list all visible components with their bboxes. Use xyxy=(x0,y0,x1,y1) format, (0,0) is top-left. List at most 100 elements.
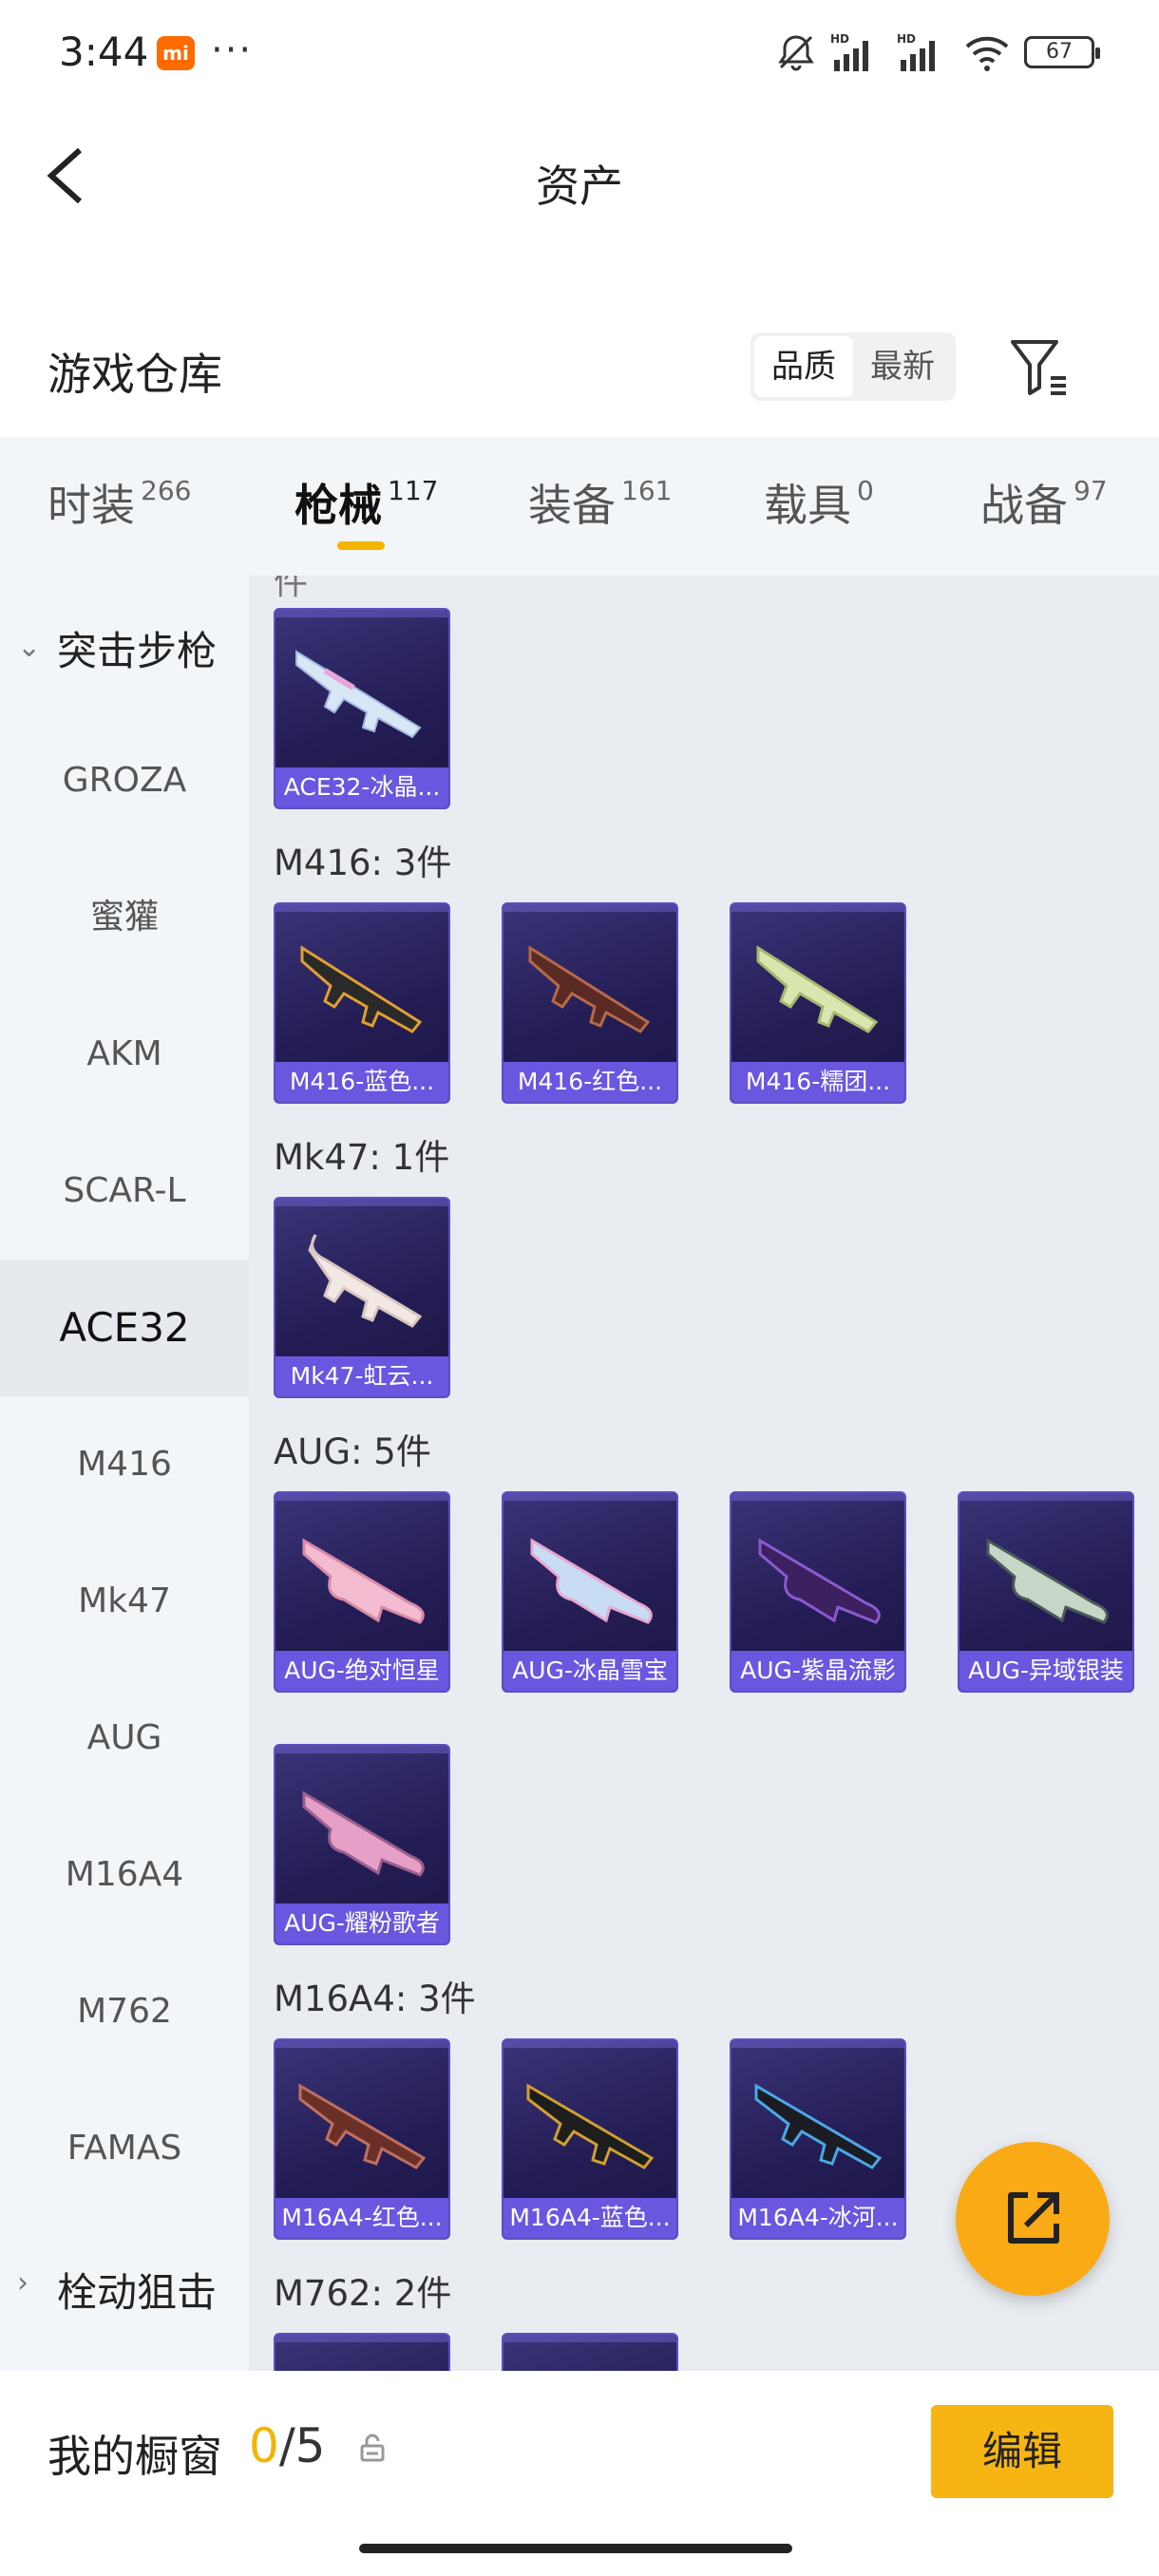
home-indicator[interactable] xyxy=(359,2544,792,2553)
sidebar-item-honey-badger[interactable]: 蜜獾 xyxy=(0,849,249,986)
tab-fashion[interactable]: 时装 266 xyxy=(48,471,191,534)
tab-label: 战备 xyxy=(980,480,1068,531)
weapon-card[interactable]: Mk47-虹云... xyxy=(274,1197,450,1398)
filter-icon xyxy=(1011,340,1066,395)
weapon-card[interactable]: AUG-耀粉歌者 xyxy=(274,1744,450,1945)
weapon-card[interactable]: M16A4-蓝色... xyxy=(502,2038,678,2240)
section-label-m762: M762: 2件 xyxy=(274,2273,452,2314)
signal-hd-icon-2: HD xyxy=(897,32,935,71)
weapon-card-label: AUG-异域银装 xyxy=(960,1651,1132,1691)
weapon-card[interactable] xyxy=(274,2333,450,2371)
sort-newest-option[interactable]: 最新 xyxy=(853,336,952,397)
tab-label: 时装 xyxy=(48,480,135,531)
sidebar-item-famas[interactable]: FAMAS xyxy=(0,2080,249,2217)
share-fab-button[interactable] xyxy=(956,2142,1110,2296)
section-label-m416: M416: 3件 xyxy=(274,843,452,883)
wifi-icon xyxy=(965,36,1009,71)
more-notifications-icon: ··· xyxy=(211,28,254,72)
sidebar-item-akm[interactable]: AKM xyxy=(0,986,249,1123)
filter-button[interactable] xyxy=(1007,334,1074,401)
rifle-skin-icon xyxy=(302,1790,425,1877)
page-title: 资产 xyxy=(536,161,623,212)
showcase-total: /5 xyxy=(278,2418,326,2473)
weapon-card[interactable] xyxy=(502,2333,678,2371)
weapon-card-label: M16A4-蓝色... xyxy=(504,2198,676,2238)
status-time: 3:44 xyxy=(59,28,149,75)
weapon-card[interactable]: M416-糯团... xyxy=(730,902,906,1104)
warehouse-title: 游戏仓库 xyxy=(48,349,222,400)
sidebar-item-m16a4[interactable]: M16A4 xyxy=(0,1807,249,1943)
sort-toggle: 品质 最新 xyxy=(750,332,956,401)
edit-button[interactable]: 编辑 xyxy=(931,2405,1113,2498)
weapon-card[interactable]: M416-红色... xyxy=(502,902,678,1104)
weapon-card-label: M416-蓝色... xyxy=(276,1062,448,1102)
tab-combat-supplies[interactable]: 战备 97 xyxy=(980,471,1108,534)
tab-equipment[interactable]: 装备 161 xyxy=(528,471,672,534)
tab-count: 117 xyxy=(388,475,439,506)
weapon-card-label: ACE32-冰晶... xyxy=(276,767,448,807)
weapon-card[interactable]: AUG-异域银装 xyxy=(958,1491,1134,1693)
rifle-skin-icon xyxy=(530,1538,653,1624)
weapon-card[interactable]: AUG-紫晶流影 xyxy=(730,1491,906,1693)
rifle-skin-icon xyxy=(298,2083,427,2169)
rifle-skin-icon xyxy=(526,2083,655,2169)
sidebar-group-label: 栓动狙击 xyxy=(57,2269,218,2316)
xiaomi-app-icon: mi xyxy=(157,36,195,70)
rifle-skin-icon xyxy=(300,945,423,1033)
rifle-skin-icon xyxy=(528,945,651,1033)
showcase-current: 0 xyxy=(249,2418,279,2473)
mute-bell-icon xyxy=(778,35,814,71)
section-label-m16a4: M16A4: 3件 xyxy=(274,1979,476,2019)
showcase-label: 我的橱窗 xyxy=(48,2431,222,2482)
header: 资产 xyxy=(0,114,1159,237)
tab-count: 161 xyxy=(621,475,673,506)
rifle-skin-icon xyxy=(295,650,422,739)
rifle-skin-icon xyxy=(756,945,879,1033)
weapon-card[interactable]: ACE32-冰晶... xyxy=(274,608,450,809)
rifle-skin-icon xyxy=(302,1538,425,1624)
rifle-skin-icon xyxy=(515,2358,669,2371)
sidebar-item-scar-l[interactable]: SCAR-L xyxy=(0,1123,249,1260)
lock-icon xyxy=(360,2434,385,2462)
section-label-cut: 件 xyxy=(274,576,309,602)
weapon-card-label: AUG-耀粉歌者 xyxy=(276,1904,448,1943)
tab-label: 装备 xyxy=(528,480,616,531)
weapon-card-label: M16A4-冰河... xyxy=(732,2198,904,2238)
sidebar-item-groza[interactable]: GROZA xyxy=(0,712,249,849)
tab-label: 枪械 xyxy=(294,480,382,531)
rifle-skin-icon xyxy=(758,1538,881,1624)
weapon-card[interactable]: AUG-绝对恒星 xyxy=(274,1491,450,1693)
weapon-card[interactable]: M416-蓝色... xyxy=(274,902,450,1104)
sidebar-group-assault-rifles[interactable]: ⌄ 突击步枪 xyxy=(0,576,249,712)
tab-count: 97 xyxy=(1074,475,1108,506)
status-bar: 3:44 mi ··· HD HD 67 xyxy=(0,0,1159,104)
weapon-card-label: M416-红色... xyxy=(504,1062,676,1102)
sidebar-item-mk47[interactable]: Mk47 xyxy=(0,1533,249,1670)
rifle-skin-icon xyxy=(754,2083,883,2169)
tab-count: 0 xyxy=(857,475,874,506)
weapon-card[interactable]: M16A4-红色... xyxy=(274,2038,450,2240)
rifle-skin-icon xyxy=(287,2358,441,2371)
sidebar-group-bolt-action[interactable]: › 栓动狙击 xyxy=(0,2217,249,2354)
tab-weapons[interactable]: 枪械 117 xyxy=(294,471,438,534)
section-label-aug: AUG: 5件 xyxy=(274,1431,431,1472)
sidebar-item-aug[interactable]: AUG xyxy=(0,1670,249,1807)
weapon-card[interactable]: AUG-冰晶雪宝 xyxy=(502,1491,678,1693)
weapon-card-label: M416-糯团... xyxy=(732,1062,904,1102)
sidebar-item-ace32[interactable]: ACE32 xyxy=(0,1260,249,1396)
weapon-card-label: Mk47-虹云... xyxy=(276,1356,448,1396)
weapon-grid: 件 ACE32-冰晶... M416: 3件 M416-蓝色... M416-红… xyxy=(249,576,1159,2371)
sidebar-item-m762[interactable]: M762 xyxy=(0,1943,249,2080)
tab-label: 载具 xyxy=(764,480,851,531)
rifle-skin-icon xyxy=(308,1234,423,1328)
warehouse-row: 游戏仓库 品质 最新 xyxy=(0,323,1159,418)
weapon-card[interactable]: M16A4-冰河... xyxy=(730,2038,906,2240)
status-icons: HD HD 67 xyxy=(775,30,1100,74)
sidebar-item-m416[interactable]: M416 xyxy=(0,1396,249,1533)
tab-count: 266 xyxy=(141,475,192,506)
signal-hd-icon: HD xyxy=(830,32,868,71)
tab-vehicles[interactable]: 载具 0 xyxy=(764,471,874,534)
chevron-right-icon: › xyxy=(17,2266,28,2300)
sort-quality-option[interactable]: 品质 xyxy=(754,336,853,397)
rifle-skin-icon xyxy=(986,1538,1109,1624)
